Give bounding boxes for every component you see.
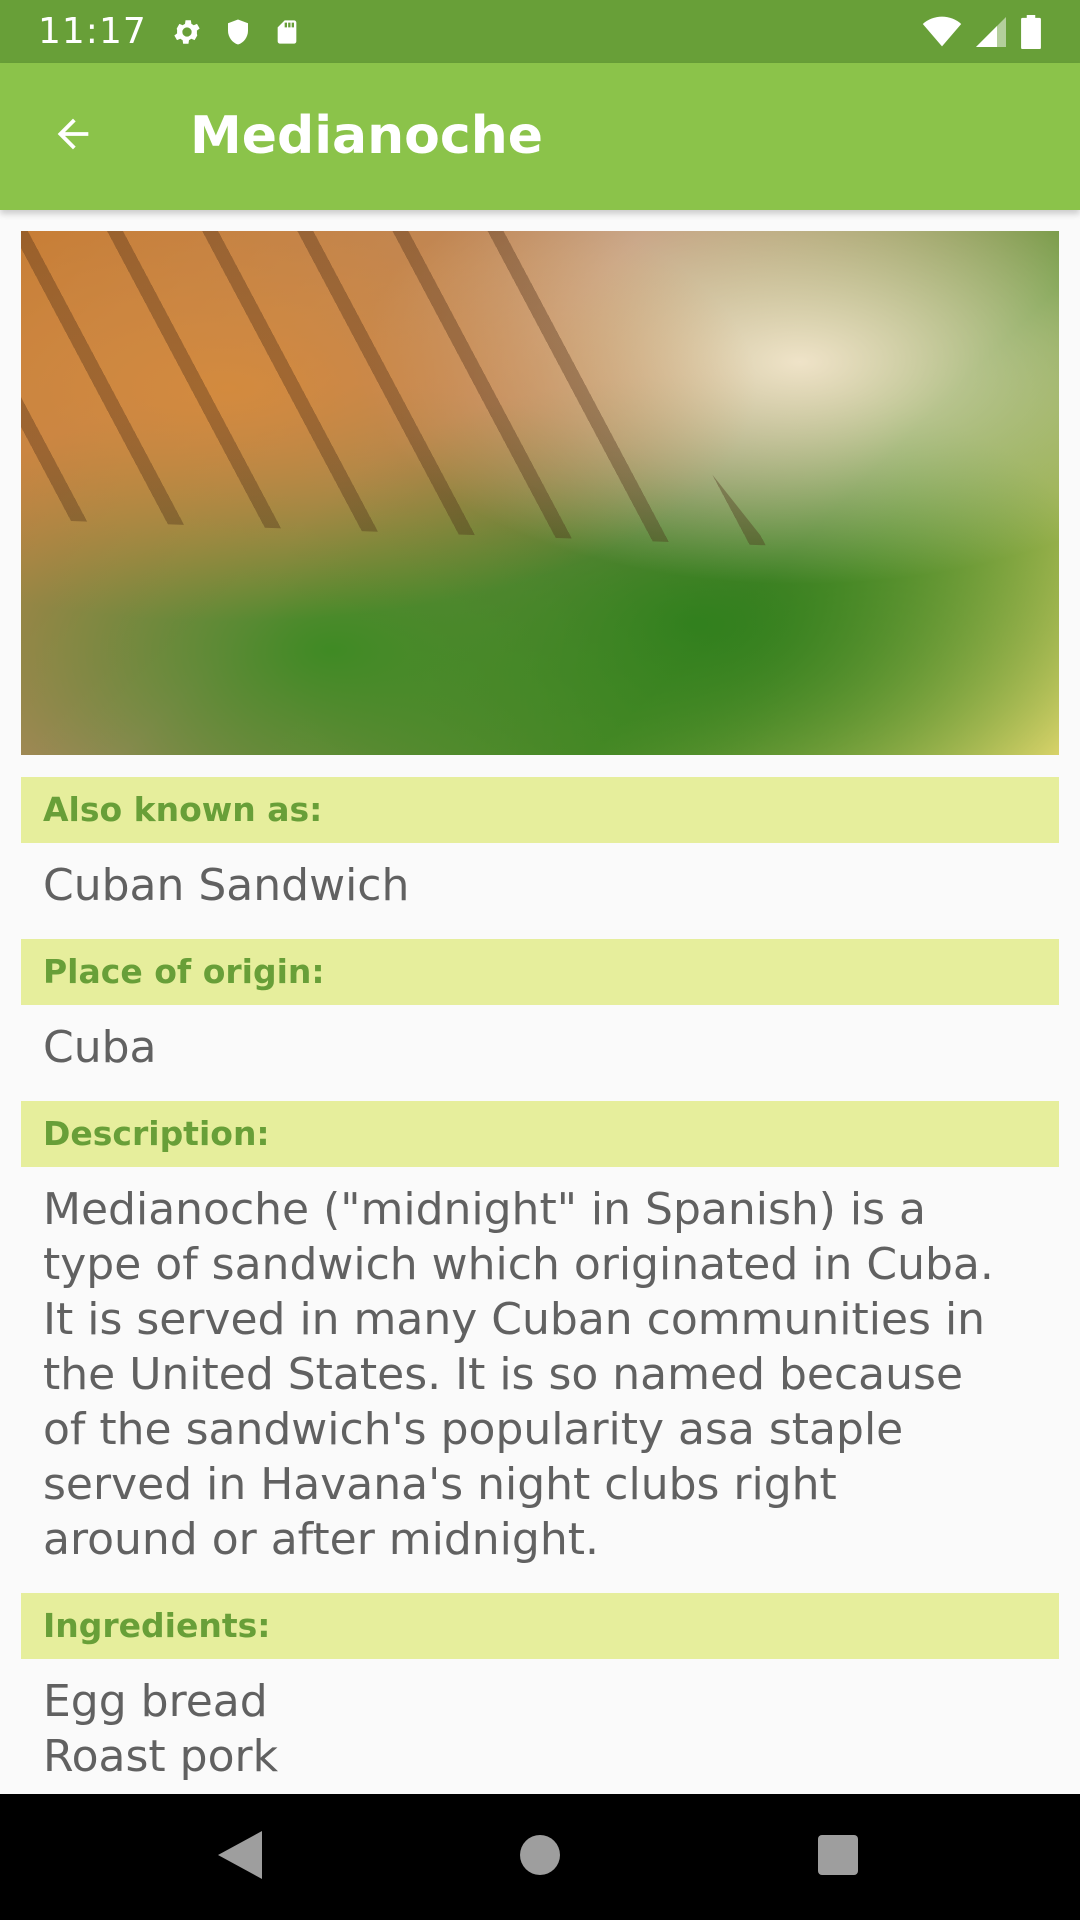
section-text-place-of-origin: Cuba [43, 1022, 157, 1073]
section-header-description: Description: [21, 1101, 1059, 1167]
section-header-also-known-as: Also known as: [21, 777, 1059, 843]
section-text-description: Medianoche ("midnight" in Spanish) is a … [43, 1184, 994, 1565]
nav-back-button[interactable] [210, 1827, 270, 1887]
signal-icon [976, 16, 1006, 48]
settings-icon [171, 16, 203, 48]
arrow-back-icon [50, 111, 96, 161]
system-nav-bar [0, 1794, 1080, 1920]
nav-recents-button[interactable] [808, 1827, 868, 1887]
section-header-ingredients: Ingredients: [21, 1593, 1059, 1659]
back-button[interactable] [40, 103, 106, 169]
wifi-icon [922, 16, 962, 48]
nav-back-icon [218, 1831, 262, 1883]
food-image-grill-marks [21, 231, 769, 546]
section-text-ingredients: Egg bread Roast pork [43, 1676, 279, 1782]
sd-card-icon [273, 16, 301, 48]
status-icons-left [171, 16, 301, 48]
shield-icon [223, 16, 253, 48]
nav-home-button[interactable] [510, 1827, 570, 1887]
section-text-also-known-as: Cuban Sandwich [43, 860, 410, 911]
detail-content[interactable]: Also known as: Cuban Sandwich Place of o… [0, 210, 1080, 1794]
nav-recents-icon [818, 1835, 858, 1879]
status-bar: 11:17 [0, 0, 1080, 63]
nav-home-icon [520, 1835, 560, 1879]
food-image [21, 231, 1059, 755]
status-time: 11:17 [38, 11, 147, 52]
app-bar: Medianoche [0, 63, 1080, 210]
status-icons-right [922, 0, 1042, 63]
page-title: Medianoche [190, 106, 544, 166]
section-header-place-of-origin: Place of origin: [21, 939, 1059, 1005]
battery-icon [1020, 14, 1042, 49]
